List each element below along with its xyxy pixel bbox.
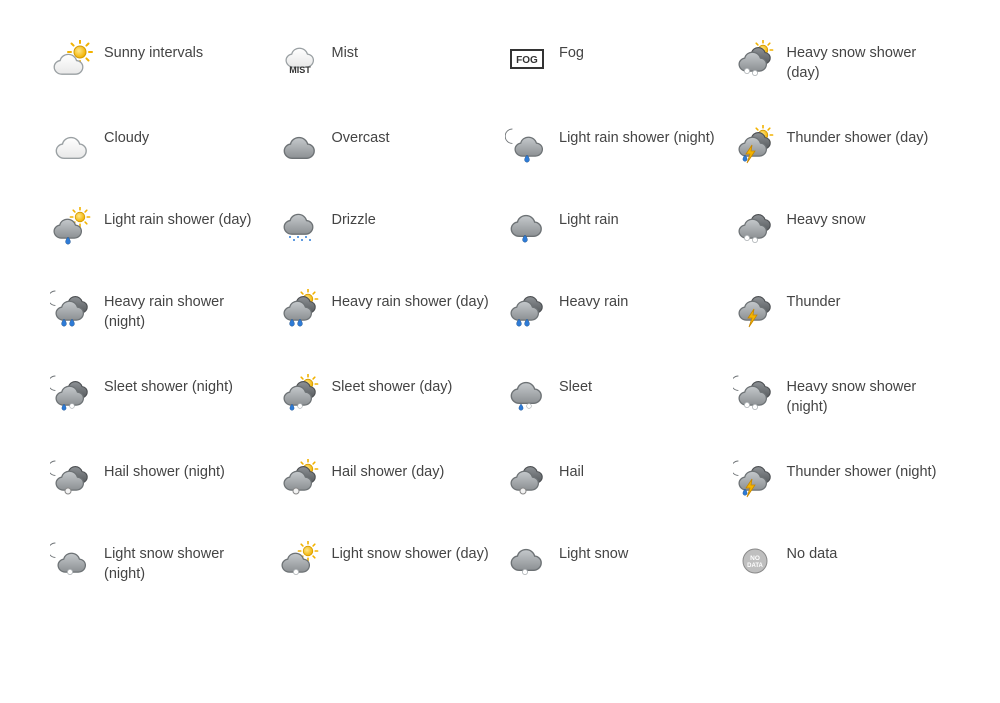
weather-label: Light snow shower (night)	[104, 541, 268, 584]
heavy-rain-shower-day-icon	[278, 289, 322, 329]
weather-glossary-page: Sunny intervals MIST Mist FOG Fog Heavy snow …	[0, 0, 1000, 703]
sleet-shower-night-icon	[50, 374, 94, 414]
cloudy-icon	[50, 125, 94, 165]
sunny-intervals-icon	[50, 40, 94, 80]
weather-entry: Hail shower (night)	[50, 459, 268, 499]
weather-entry: Thunder shower (day)	[733, 125, 951, 165]
weather-entry: NODATA No data	[733, 541, 951, 584]
light-snow-icon	[505, 541, 549, 581]
weather-label: Light snow	[559, 541, 628, 565]
svg-text:FOG: FOG	[516, 55, 538, 66]
weather-entry: Hail shower (day)	[278, 459, 496, 499]
weather-entry: Light snow shower (day)	[278, 541, 496, 584]
sleet-shower-day-icon	[278, 374, 322, 414]
weather-entry: Light rain shower (day)	[50, 207, 268, 247]
svg-text:MIST: MIST	[289, 65, 311, 75]
weather-label: Mist	[332, 40, 359, 64]
weather-label: Thunder shower (day)	[787, 125, 929, 149]
weather-entry: Heavy snow shower (day)	[733, 40, 951, 83]
heavy-snow-shower-night-icon	[733, 374, 777, 414]
heavy-snow-icon	[733, 207, 777, 247]
weather-label: Fog	[559, 40, 584, 64]
svg-text:NO: NO	[750, 555, 760, 562]
weather-label: Light rain shower (day)	[104, 207, 252, 231]
no-data-icon: NODATA	[733, 541, 777, 581]
weather-entry: FOG Fog	[505, 40, 723, 83]
hail-shower-night-icon	[50, 459, 94, 499]
weather-label: Sunny intervals	[104, 40, 203, 64]
heavy-rain-shower-night-icon	[50, 289, 94, 329]
weather-label: Hail shower (night)	[104, 459, 225, 483]
weather-label: Heavy rain shower (night)	[104, 289, 268, 332]
weather-label: Sleet	[559, 374, 592, 398]
weather-entry: Light snow	[505, 541, 723, 584]
weather-entry: Light rain	[505, 207, 723, 247]
hail-icon	[505, 459, 549, 499]
light-rain-shower-night-icon	[505, 125, 549, 165]
weather-entry: Cloudy	[50, 125, 268, 165]
weather-label: Light rain shower (night)	[559, 125, 715, 149]
overcast-icon	[278, 125, 322, 165]
weather-entry: Heavy rain shower (night)	[50, 289, 268, 332]
thunder-icon	[733, 289, 777, 329]
weather-entry: Thunder shower (night)	[733, 459, 951, 499]
heavy-snow-shower-day-icon	[733, 40, 777, 80]
weather-entry: Heavy rain	[505, 289, 723, 332]
weather-entry: Thunder	[733, 289, 951, 332]
weather-label: Light snow shower (day)	[332, 541, 489, 565]
thunder-shower-night-icon	[733, 459, 777, 499]
weather-label: Heavy rain shower (day)	[332, 289, 489, 313]
weather-label: Hail	[559, 459, 584, 483]
weather-entry: Drizzle	[278, 207, 496, 247]
weather-entry: Light rain shower (night)	[505, 125, 723, 165]
weather-entry: Overcast	[278, 125, 496, 165]
weather-entry: Sunny intervals	[50, 40, 268, 83]
light-rain-icon	[505, 207, 549, 247]
svg-text:DATA: DATA	[747, 563, 763, 569]
weather-entry: MIST Mist	[278, 40, 496, 83]
weather-label: Overcast	[332, 125, 390, 149]
mist-icon: MIST	[278, 40, 322, 80]
thunder-shower-day-icon	[733, 125, 777, 165]
weather-label: Heavy snow shower (day)	[787, 40, 951, 83]
heavy-rain-icon	[505, 289, 549, 329]
weather-entry: Heavy snow shower (night)	[733, 374, 951, 417]
weather-entry: Heavy rain shower (day)	[278, 289, 496, 332]
light-snow-shower-night-icon	[50, 541, 94, 581]
weather-label: Heavy snow shower (night)	[787, 374, 951, 417]
weather-label: Thunder	[787, 289, 841, 313]
weather-label: No data	[787, 541, 838, 565]
light-snow-shower-day-icon	[278, 541, 322, 581]
weather-entry: Heavy snow	[733, 207, 951, 247]
weather-label: Cloudy	[104, 125, 149, 149]
weather-label: Hail shower (day)	[332, 459, 445, 483]
light-rain-shower-day-icon	[50, 207, 94, 247]
weather-label: Heavy snow	[787, 207, 866, 231]
weather-entry: Sleet shower (day)	[278, 374, 496, 417]
weather-entry: Hail	[505, 459, 723, 499]
weather-entry: Sleet shower (night)	[50, 374, 268, 417]
weather-label: Sleet shower (day)	[332, 374, 453, 398]
weather-label: Light rain	[559, 207, 619, 231]
hail-shower-day-icon	[278, 459, 322, 499]
sleet-icon	[505, 374, 549, 414]
weather-entry: Light snow shower (night)	[50, 541, 268, 584]
weather-label: Thunder shower (night)	[787, 459, 937, 483]
drizzle-icon	[278, 207, 322, 247]
weather-entry: Sleet	[505, 374, 723, 417]
weather-label: Sleet shower (night)	[104, 374, 233, 398]
weather-label: Heavy rain	[559, 289, 628, 313]
weather-icon-grid: Sunny intervals MIST Mist FOG Fog Heavy snow …	[50, 40, 950, 585]
fog-icon: FOG	[505, 40, 549, 80]
weather-label: Drizzle	[332, 207, 376, 231]
